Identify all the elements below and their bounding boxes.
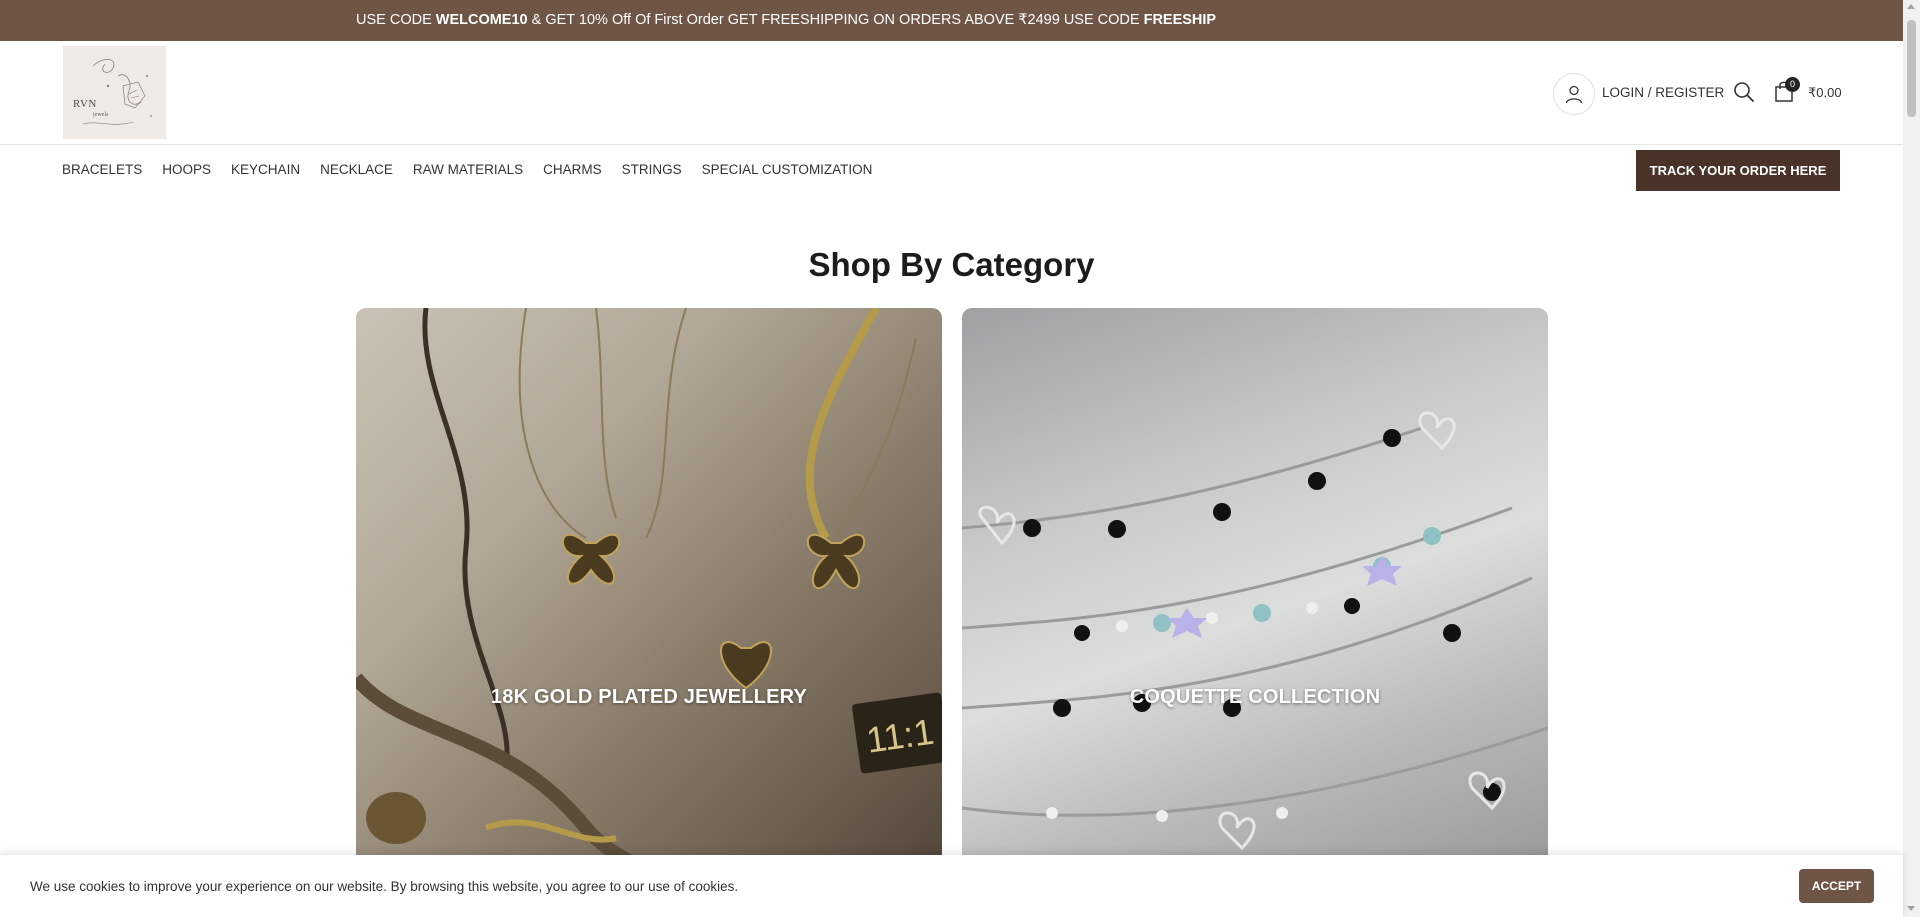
logo-subtext: jewels (93, 112, 109, 118)
logo-text: RVN (73, 98, 97, 110)
nav-menu: BRACELETS HOOPS KEYCHAIN NECKLACE RAW MA… (62, 162, 892, 177)
coquette-collection-image (962, 411, 1548, 851)
site-header: RVN jewels LOGIN / REGISTER 0 ₹0.00 (0, 41, 1903, 145)
promo-bar: USE CODE WELCOME10 & GET 10% Off Of Firs… (0, 0, 1903, 41)
main-navigation: BRACELETS HOOPS KEYCHAIN NECKLACE RAW MA… (0, 146, 1903, 194)
login-register-link[interactable]: LOGIN / REGISTER (1602, 85, 1724, 100)
scroll-down-arrow-icon[interactable] (1907, 906, 1915, 911)
nav-item-raw-materials[interactable]: RAW MATERIALS (413, 162, 523, 177)
page-scrollbar[interactable] (1903, 0, 1920, 917)
promo-code-welcome: WELCOME10 (435, 12, 528, 28)
logo-sketch-icon (82, 59, 152, 125)
cart-total[interactable]: ₹0.00 (1808, 85, 1842, 101)
cookie-notice: We use cookies to improve your experienc… (0, 855, 1903, 917)
scroll-thumb[interactable] (1907, 20, 1916, 117)
gold-jewellery-image: 11:1 (356, 308, 942, 915)
nav-item-keychain[interactable]: KEYCHAIN (231, 162, 300, 177)
track-order-button[interactable]: TRACK YOUR ORDER HERE (1636, 150, 1840, 191)
cart-count-badge: 0 (1785, 77, 1800, 92)
nav-item-necklace[interactable]: NECKLACE (320, 162, 393, 177)
site-logo[interactable]: RVN jewels (63, 46, 166, 139)
accept-cookies-button[interactable]: ACCEPT (1799, 869, 1874, 903)
nav-item-bracelets[interactable]: BRACELETS (62, 162, 142, 177)
category-card-gold[interactable]: 11:1 18K GOLD PLATED JEWELLERY (356, 308, 942, 917)
promo-code-freeship: FREESHIP (1143, 12, 1217, 28)
nav-item-special-customization[interactable]: SPECIAL CUSTOMIZATION (702, 162, 873, 177)
category-label-coquette: COQUETTE COLLECTION (1129, 686, 1381, 708)
account-button[interactable] (1553, 73, 1595, 115)
search-icon[interactable] (1733, 81, 1755, 103)
promo-part-1: USE CODE (356, 12, 436, 28)
user-icon (1565, 85, 1583, 104)
section-title: Shop By Category (808, 246, 1095, 283)
nav-item-charms[interactable]: CHARMS (543, 162, 602, 177)
scroll-up-arrow-icon[interactable] (1907, 4, 1915, 9)
promo-text: USE CODE WELCOME10 & GET 10% Off Of Firs… (356, 12, 1216, 28)
promo-part-2: & GET 10% Off Of First Order GET FREESHI… (527, 12, 1144, 28)
category-label-gold: 18K GOLD PLATED JEWELLERY (490, 686, 808, 708)
nav-item-strings[interactable]: STRINGS (622, 162, 682, 177)
page: USE CODE WELCOME10 & GET 10% Off Of Firs… (0, 0, 1920, 917)
category-card-coquette[interactable]: COQUETTE COLLECTION (962, 308, 1548, 917)
cookie-text: We use cookies to improve your experienc… (30, 879, 739, 894)
nav-item-hoops[interactable]: HOOPS (162, 162, 211, 177)
